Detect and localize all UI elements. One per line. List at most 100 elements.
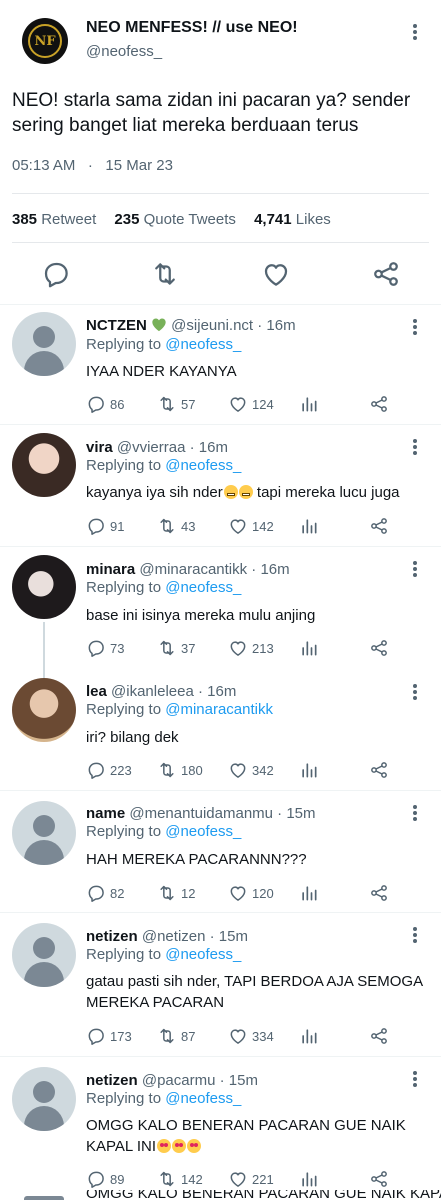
quote-count-link[interactable]: 235 Quote Tweets [114,211,235,228]
more-options-icon[interactable] [405,925,425,945]
replying-to-link[interactable]: @neofess_ [165,823,241,840]
author-handle[interactable]: @neofess_ [86,43,162,60]
reply-tweet[interactable]: netizen @pacarmu · 15m Replying to @neof… [0,1057,441,1189]
replying-to-link[interactable]: @neofess_ [165,457,241,474]
reply-button[interactable]: 223 [86,758,132,782]
reply-tweet[interactable]: vira @vvierraa · 16m Replying to @neofes… [0,425,441,545]
views-icon [299,516,319,536]
avatar[interactable] [12,312,76,376]
reply-button[interactable]: 89 [86,1167,124,1191]
views-button[interactable] [299,758,323,782]
reply-author[interactable]: netizen @netizen · 15m [86,928,248,945]
reply-tweet[interactable]: lea @ikanleleea · 16m Replying to @minar… [0,670,441,790]
reply-tweet[interactable]: netizen @netizen · 15m Replying to @neof… [0,913,441,1055]
views-button[interactable] [299,636,323,660]
reply-author[interactable]: NCTZEN @sijeuni.nct · 16m [86,317,296,334]
like-count: 124 [252,396,274,412]
like-count: 142 [252,518,274,534]
reply-button[interactable]: 91 [86,514,124,538]
reply-button[interactable]: 82 [86,881,124,905]
avatar[interactable] [12,1067,76,1131]
like-button[interactable]: 120 [228,881,274,905]
reply-button[interactable]: 73 [86,636,124,660]
share-button[interactable] [369,1024,393,1048]
more-options-icon[interactable] [405,22,425,42]
retweet-count-link[interactable]: 385 Retweet [12,211,96,228]
reply-text: iri? bilang dek [86,729,179,746]
share-button[interactable] [369,514,393,538]
more-options-icon[interactable] [405,682,425,702]
like-button[interactable]: 334 [228,1024,274,1048]
views-button[interactable] [299,1167,323,1191]
reply-author[interactable]: netizen @pacarmu · 15m [86,1072,258,1089]
retweet-button[interactable]: 37 [157,636,195,660]
views-button[interactable] [299,881,323,905]
retweet-icon [157,760,177,780]
replying-to-label: Replying to [86,701,162,718]
reply-tweet[interactable]: name @menantuidamanmu · 15m Replying to … [0,791,441,911]
like-count: 342 [252,762,274,778]
avatar[interactable] [12,678,76,742]
views-icon [299,638,319,658]
avatar[interactable] [12,555,76,619]
retweet-button[interactable]: 87 [157,1024,195,1048]
like-button[interactable]: 124 [228,392,274,416]
more-options-icon[interactable] [405,803,425,823]
reply-tweet[interactable]: minara @minaracantikk · 16m Replying to … [0,547,441,667]
share-button[interactable] [369,758,393,782]
share-button[interactable] [369,392,393,416]
avatar[interactable] [12,923,76,987]
views-button[interactable] [299,514,323,538]
more-options-icon[interactable] [405,437,425,457]
avatar[interactable] [12,801,76,865]
replying-to-label: Replying to [86,946,162,963]
like-button[interactable]: 213 [228,636,274,660]
like-button[interactable]: 142 [228,514,274,538]
retweet-button[interactable]: 180 [157,758,203,782]
share-icon[interactable] [371,259,401,289]
reply-button[interactable]: 173 [86,1024,132,1048]
like-button[interactable]: 221 [228,1167,274,1191]
like-icon[interactable] [261,259,291,289]
like-count-link[interactable]: 4,741 Likes [254,211,331,228]
author-name[interactable]: NEO MENFESS! // use NEO! [86,19,298,37]
retweet-button[interactable]: 57 [157,392,195,416]
replying-to-link[interactable]: @minaracantikk [165,701,273,718]
views-button[interactable] [299,1024,323,1048]
replying-to-link[interactable]: @neofess_ [165,336,241,353]
more-options-icon[interactable] [405,317,425,337]
reply-author[interactable]: vira @vvierraa · 16m [86,439,228,456]
more-options-icon[interactable] [405,1069,425,1089]
share-button[interactable] [369,636,393,660]
share-icon [369,638,389,658]
share-button[interactable] [369,881,393,905]
views-button[interactable] [299,392,323,416]
reply-tweet[interactable]: NCTZEN @sijeuni.nct · 16m Replying to @n… [0,305,441,423]
reply-author[interactable]: minara @minaracantikk · 16m [86,561,290,578]
retweet-icon[interactable] [150,259,180,289]
reply-count: 73 [110,640,125,656]
reply-author[interactable]: lea @ikanleleea · 16m [86,683,236,700]
like-icon [228,394,248,414]
retweet-button[interactable]: 142 [157,1167,203,1191]
retweet-icon [157,394,177,414]
retweet-button[interactable]: 12 [157,881,195,905]
more-options-icon[interactable] [405,559,425,579]
author-avatar[interactable]: NF [22,18,68,64]
avatar[interactable] [12,433,76,497]
reply-icon[interactable] [41,259,71,289]
replying-to-link[interactable]: @neofess_ [165,1090,241,1107]
like-icon [228,516,248,536]
like-count: 334 [252,1028,274,1044]
reply-author[interactable]: name @menantuidamanmu · 15m [86,805,316,822]
retweet-button[interactable]: 43 [157,514,195,538]
replying-to-link[interactable]: @neofess_ [165,579,241,596]
avatar [24,1196,64,1200]
reply-button[interactable]: 86 [86,392,124,416]
replying-to: Replying to @neofess_ [86,336,241,353]
heart-eyes-emoji-icon [157,1139,172,1153]
replying-to-link[interactable]: @neofess_ [165,946,241,963]
like-button[interactable]: 342 [228,758,274,782]
share-button[interactable] [369,1167,393,1191]
share-icon [369,760,389,780]
